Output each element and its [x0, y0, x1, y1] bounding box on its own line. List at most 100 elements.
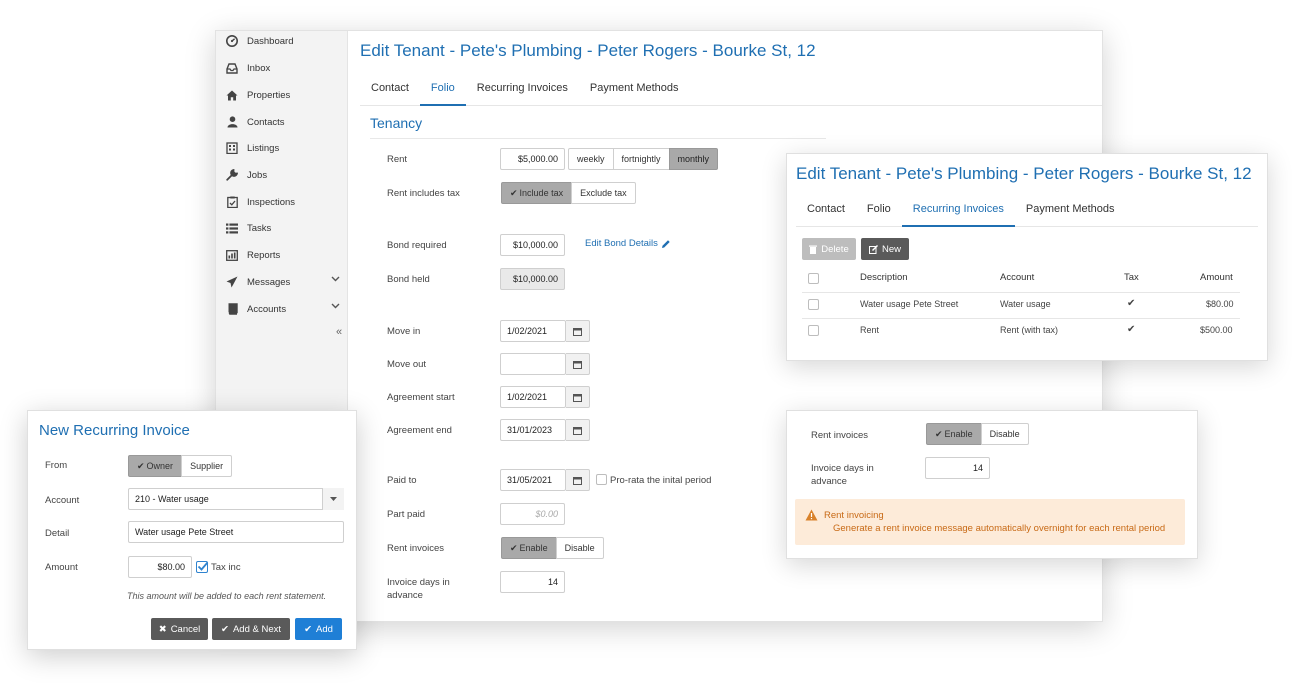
rent-input[interactable]: $5,000.00 [500, 148, 565, 170]
column-header-account[interactable]: Account [1000, 272, 1034, 283]
row-checkbox[interactable] [808, 325, 819, 336]
caret-down-icon[interactable] [322, 488, 344, 510]
sidebar-item-label: Tasks [247, 222, 272, 234]
select-all-checkbox[interactable] [808, 273, 819, 284]
agreement-end-label: Agreement end [387, 425, 452, 436]
column-header-tax[interactable]: Tax [1124, 272, 1139, 283]
tax-check-icon: ✔ [1127, 324, 1136, 335]
move-out-input[interactable] [500, 353, 566, 375]
sidebar-item-inspections[interactable]: Inspections [216, 189, 348, 215]
move-in-input[interactable]: 1/02/2021 [500, 320, 566, 342]
tab-recurring-invoices[interactable]: Recurring Invoices [466, 76, 579, 105]
building-icon [225, 141, 239, 155]
rent-fortnightly-option[interactable]: fortnightly [612, 148, 670, 170]
tax-inc-checkbox[interactable] [196, 561, 209, 573]
rent-invoices-enable-option[interactable]: ✔ Enable [501, 537, 557, 559]
rent-invoices-enable-option[interactable]: ✔ Enable [926, 423, 982, 445]
calendar-icon[interactable] [566, 353, 590, 375]
alert-title: Rent invoicing [824, 510, 884, 521]
move-out-label: Move out [387, 359, 427, 370]
sidebar-item-jobs[interactable]: Jobs [216, 162, 348, 188]
row-amount: $80.00 [1206, 299, 1234, 309]
sidebar-item-dashboard[interactable]: Dashboard [216, 31, 348, 54]
edit-bond-details-link[interactable]: Edit Bond Details [585, 238, 671, 249]
sidebar-item-label: Accounts [247, 303, 287, 315]
sidebar-item-contacts[interactable]: Contacts [216, 109, 348, 135]
sidebar-item-messages[interactable]: Messages [216, 269, 348, 295]
sidebar-item-label: Jobs [247, 169, 268, 181]
book-icon [225, 302, 239, 316]
exclude-tax-option[interactable]: Exclude tax [571, 182, 636, 204]
part-paid-input[interactable]: $0.00 [500, 503, 565, 525]
rent-invoices-toggle: ✔ Enable Disable [501, 537, 604, 559]
calendar-icon[interactable] [566, 386, 590, 408]
rent-monthly-option[interactable]: monthly [668, 148, 719, 170]
add-button[interactable]: ✔ Add [295, 618, 342, 640]
rent-invoices-disable-option[interactable]: Disable [555, 537, 604, 559]
invoice-days-label: Invoice days in advance [387, 577, 450, 601]
tab-folio[interactable]: Folio [856, 197, 902, 226]
sidebar-item-reports[interactable]: Reports [216, 242, 348, 268]
tab-payment-methods[interactable]: Payment Methods [579, 76, 690, 105]
account-select[interactable]: 210 - Water usage [128, 488, 344, 510]
rent-invoices-label: Rent invoices [387, 543, 445, 554]
tab-folio[interactable]: Folio [419, 76, 466, 106]
sidebar-item-label: Messages [247, 276, 291, 288]
bond-held-label: Bond held [387, 274, 430, 285]
calendar-icon[interactable] [566, 469, 590, 491]
sidebar-item-inbox[interactable]: Inbox [216, 55, 348, 81]
rent-weekly-option[interactable]: weekly [568, 148, 614, 170]
add-next-button[interactable]: ✔ Add & Next [212, 618, 290, 640]
account-value: 210 - Water usage [135, 494, 209, 504]
bond-required-label: Bond required [387, 240, 447, 251]
include-tax-label: Include tax [519, 188, 564, 198]
move-in-label: Move in [387, 326, 421, 337]
tab-contact[interactable]: Contact [796, 197, 856, 226]
column-header-description[interactable]: Description [860, 272, 908, 283]
bond-required-input[interactable]: $10,000.00 [500, 234, 565, 256]
sidebar-item-properties[interactable]: Properties [216, 82, 348, 108]
from-supplier-option[interactable]: Supplier [181, 455, 233, 477]
invoice-days-input[interactable]: 14 [925, 457, 990, 479]
tab-recurring-invoices[interactable]: Recurring Invoices [901, 197, 1015, 227]
collapse-sidebar-icon[interactable]: « [336, 326, 342, 338]
row-account: Water usage [1000, 299, 1051, 309]
agreement-end-input[interactable]: 31/01/2023 [500, 419, 566, 441]
calendar-icon[interactable] [566, 320, 590, 342]
recurring-tab-bar: Contact Folio Recurring Invoices Payment… [796, 197, 1258, 227]
check-icon: ✔ [220, 623, 229, 635]
delete-button[interactable]: Delete [802, 238, 856, 260]
cancel-button[interactable]: ✖ Cancel [151, 618, 208, 640]
clipboard-check-icon [225, 195, 239, 209]
reports-icon [225, 248, 239, 262]
tab-contact[interactable]: Contact [360, 76, 420, 105]
pencil-icon [661, 239, 670, 248]
chevron-down-icon[interactable] [331, 303, 340, 309]
new-button[interactable]: New [861, 238, 909, 260]
column-header-amount[interactable]: Amount [1200, 272, 1233, 283]
pro-rata-checkbox[interactable] [596, 474, 607, 485]
paid-to-input[interactable]: 31/05/2021 [500, 469, 566, 491]
row-checkbox[interactable] [808, 299, 819, 310]
sidebar-item-label: Properties [247, 89, 291, 101]
amount-input[interactable]: $80.00 [128, 556, 192, 578]
calendar-icon[interactable] [566, 419, 590, 441]
sidebar-item-listings[interactable]: Listings [216, 135, 348, 161]
tab-payment-methods[interactable]: Payment Methods [1015, 197, 1126, 226]
rent-invoices-disable-option[interactable]: Disable [980, 423, 1029, 445]
pro-rata-label: Pro-rata the inital period [610, 475, 712, 486]
sidebar-item-tasks[interactable]: Tasks [216, 215, 348, 241]
check-icon: ✔ [304, 623, 313, 635]
section-divider [370, 138, 826, 139]
detail-input[interactable]: Water usage Pete Street [128, 521, 344, 543]
sidebar-item-accounts[interactable]: Accounts [216, 296, 348, 322]
agreement-start-input[interactable]: 1/02/2021 [500, 386, 566, 408]
inbox-icon [225, 61, 239, 75]
from-label: From [45, 460, 68, 471]
chevron-down-icon[interactable] [331, 276, 340, 282]
invoice-days-input[interactable]: 14 [500, 571, 565, 593]
recurring-invoices-panel: Edit Tenant - Pete's Plumbing - Peter Ro… [786, 153, 1268, 361]
include-tax-option[interactable]: ✔ Include tax [501, 182, 573, 204]
from-owner-option[interactable]: ✔ Owner [128, 455, 183, 477]
sidebar-item-label: Inspections [247, 196, 296, 208]
